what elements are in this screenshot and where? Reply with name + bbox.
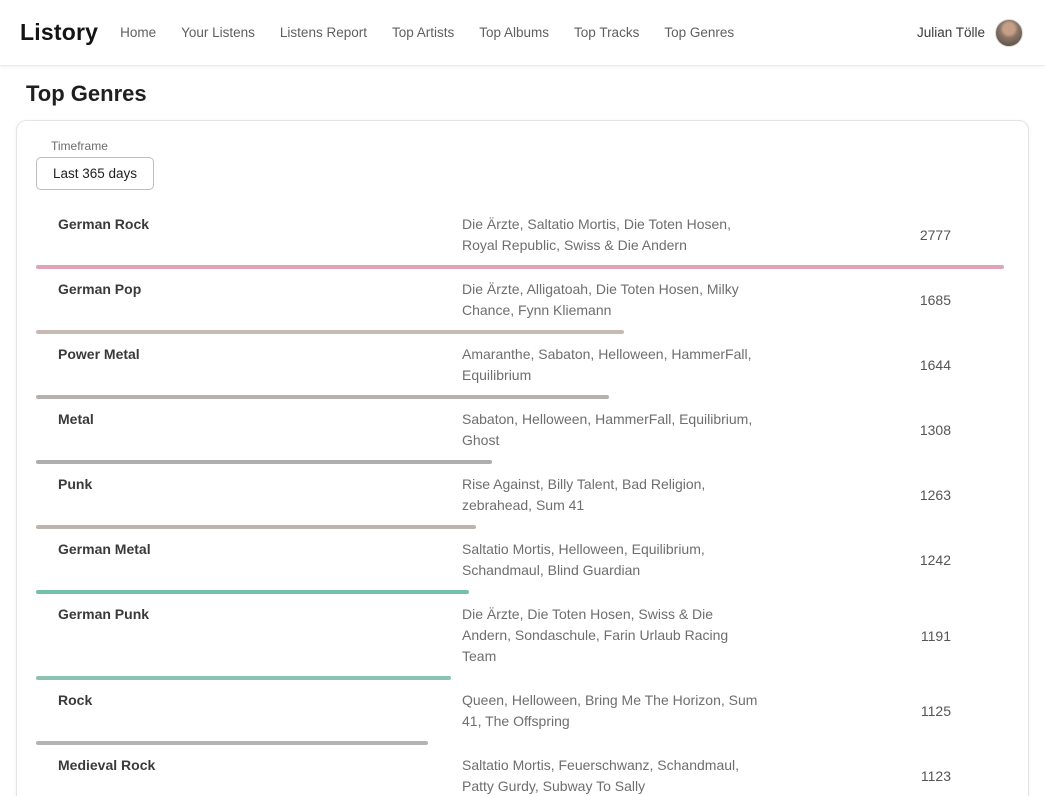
genre-name: Metal xyxy=(58,409,462,430)
genre-name: German Punk xyxy=(58,604,462,625)
page-title: Top Genres xyxy=(26,81,1045,107)
genre-count: 2777 xyxy=(762,227,1004,243)
nav-item-top-albums[interactable]: Top Albums xyxy=(479,25,549,40)
user-name: Julian Tölle xyxy=(917,25,985,40)
genre-row: Punk Rise Against, Billy Talent, Bad Rel… xyxy=(36,464,1004,529)
genre-count: 1685 xyxy=(762,292,1004,308)
genre-row: Metal Sabaton, Helloween, HammerFall, Eq… xyxy=(36,399,1004,464)
timeframe-select[interactable]: Last 365 days xyxy=(36,157,154,190)
genre-count: 1123 xyxy=(762,768,1004,784)
genre-name: Rock xyxy=(58,690,462,711)
genre-artists: Saltatio Mortis, Helloween, Equilibrium,… xyxy=(462,539,762,581)
nav-item-home[interactable]: Home xyxy=(120,25,156,40)
genre-name: German Pop xyxy=(58,279,462,300)
genre-row: German Metal Saltatio Mortis, Helloween,… xyxy=(36,529,1004,594)
genre-row-content: Metal Sabaton, Helloween, HammerFall, Eq… xyxy=(36,409,1004,451)
nav-item-top-tracks[interactable]: Top Tracks xyxy=(574,25,639,40)
genre-row-content: Medieval Rock Saltatio Mortis, Feuerschw… xyxy=(36,755,1004,796)
genre-artists: Rise Against, Billy Talent, Bad Religion… xyxy=(462,474,762,516)
genre-row-content: German Rock Die Ärzte, Saltatio Mortis, … xyxy=(36,214,1004,256)
genre-artists: Queen, Helloween, Bring Me The Horizon, … xyxy=(462,690,762,732)
genre-artists: Amaranthe, Sabaton, Helloween, HammerFal… xyxy=(462,344,762,386)
genre-row: Medieval Rock Saltatio Mortis, Feuerschw… xyxy=(36,745,1004,796)
avatar[interactable] xyxy=(995,19,1023,47)
genre-name: German Rock xyxy=(58,214,462,235)
genre-count: 1644 xyxy=(762,357,1004,373)
genre-name: Punk xyxy=(58,474,462,495)
nav-item-top-genres[interactable]: Top Genres xyxy=(664,25,734,40)
genre-row: Rock Queen, Helloween, Bring Me The Hori… xyxy=(36,680,1004,745)
timeframe-control: Timeframe Last 365 days xyxy=(36,139,1004,190)
brand-logo[interactable]: Listory xyxy=(20,19,98,46)
genre-count: 1263 xyxy=(762,487,1004,503)
genre-row: German Punk Die Ärzte, Die Toten Hosen, … xyxy=(36,594,1004,680)
nav-item-listens-report[interactable]: Listens Report xyxy=(280,25,367,40)
genre-row-content: Rock Queen, Helloween, Bring Me The Hori… xyxy=(36,690,1004,732)
genre-row-content: German Metal Saltatio Mortis, Helloween,… xyxy=(36,539,1004,581)
genre-row-content: German Punk Die Ärzte, Die Toten Hosen, … xyxy=(36,604,1004,667)
genre-name: Medieval Rock xyxy=(58,755,462,776)
top-nav-bar: Listory Home Your Listens Listens Report To… xyxy=(0,0,1045,66)
genre-artists: Sabaton, Helloween, HammerFall, Equilibr… xyxy=(462,409,762,451)
nav-item-top-artists[interactable]: Top Artists xyxy=(392,25,454,40)
top-genres-card: Timeframe Last 365 days German Rock Die … xyxy=(16,120,1029,796)
genre-row: German Rock Die Ärzte, Saltatio Mortis, … xyxy=(36,204,1004,269)
timeframe-label: Timeframe xyxy=(51,139,1004,153)
genre-row-content: German Pop Die Ärzte, Alligatoah, Die To… xyxy=(36,279,1004,321)
main-nav: Home Your Listens Listens Report Top Artist… xyxy=(120,25,759,40)
genre-count: 1308 xyxy=(762,422,1004,438)
user-area: Julian Tölle xyxy=(917,19,1023,47)
genre-row: Power Metal Amaranthe, Sabaton, Hellowee… xyxy=(36,334,1004,399)
genre-artists: Die Ärzte, Alligatoah, Die Toten Hosen, … xyxy=(462,279,762,321)
nav-item-your-listens[interactable]: Your Listens xyxy=(181,25,255,40)
genre-name: German Metal xyxy=(58,539,462,560)
genre-count: 1125 xyxy=(762,703,1004,719)
genre-row-content: Punk Rise Against, Billy Talent, Bad Rel… xyxy=(36,474,1004,516)
genre-count: 1191 xyxy=(762,628,1004,644)
genre-name: Power Metal xyxy=(58,344,462,365)
genre-artists: Die Ärzte, Saltatio Mortis, Die Toten Ho… xyxy=(462,214,762,256)
genre-row-content: Power Metal Amaranthe, Sabaton, Hellowee… xyxy=(36,344,1004,386)
genre-artists: Die Ärzte, Die Toten Hosen, Swiss & Die … xyxy=(462,604,762,667)
genre-count: 1242 xyxy=(762,552,1004,568)
genre-artists: Saltatio Mortis, Feuerschwanz, Schandmau… xyxy=(462,755,762,796)
genre-row: German Pop Die Ärzte, Alligatoah, Die To… xyxy=(36,269,1004,334)
main-content: Top Genres Timeframe Last 365 days Germa… xyxy=(0,81,1045,796)
genre-table: German Rock Die Ärzte, Saltatio Mortis, … xyxy=(36,204,1004,796)
